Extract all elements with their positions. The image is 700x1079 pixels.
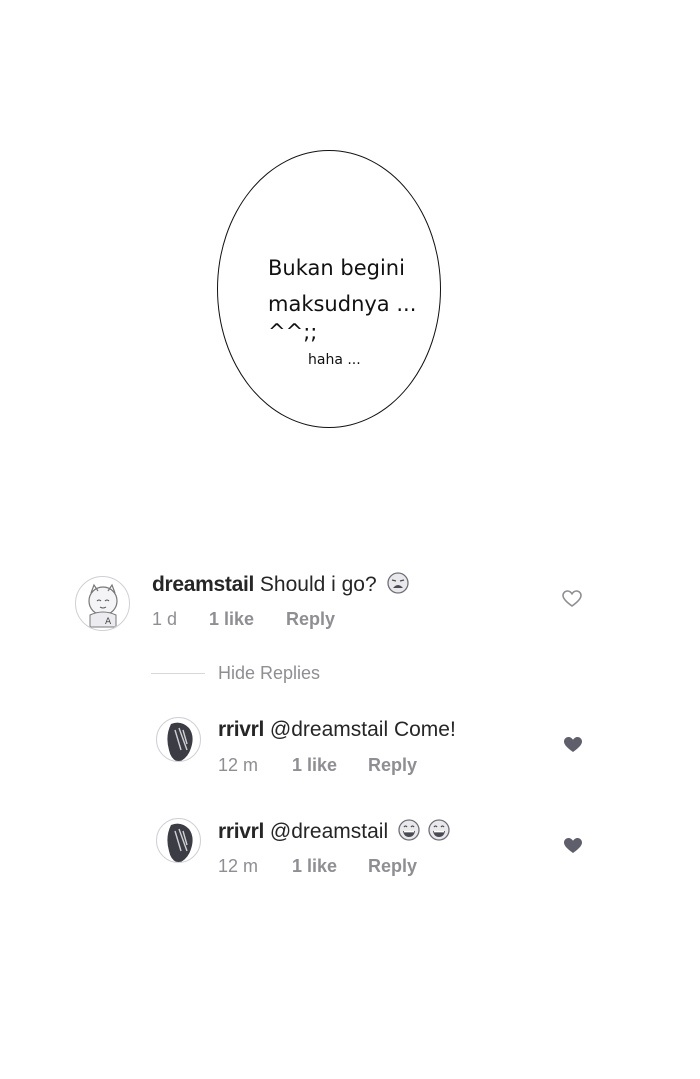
avatar[interactable] <box>156 818 201 863</box>
comment-username[interactable]: dreamstail <box>152 573 254 596</box>
reply-likes[interactable]: 1 like <box>292 856 337 877</box>
reply-text: rrivrl @dreamstail Come! <box>218 718 456 742</box>
reply-meta: 12 m 1 like Reply <box>218 755 518 777</box>
avatar[interactable] <box>156 717 201 762</box>
comment-time: 1 d <box>152 609 178 629</box>
hide-replies-button[interactable]: Hide Replies <box>218 663 320 684</box>
weary-face-emoji-icon <box>386 572 409 600</box>
reply-button[interactable]: Reply <box>286 609 335 630</box>
grinning-face-emoji-icon <box>428 819 450 847</box>
heart-outline-icon <box>562 590 582 607</box>
comment-meta: 1 d 1 like Reply <box>152 609 452 631</box>
like-button[interactable] <box>563 736 583 759</box>
bubble-text-line-2: maksudnya ... <box>268 292 417 316</box>
reply-likes[interactable]: 1 like <box>292 755 337 776</box>
comment-text: dreamstail Should i go? <box>152 572 409 600</box>
avatar-cat-image: A <box>88 583 118 628</box>
bubble-text-line-3: ^^;; <box>268 320 318 344</box>
avatar-hair-image <box>167 722 193 761</box>
heart-filled-icon <box>564 737 582 752</box>
reply-meta: 12 m 1 like Reply <box>218 856 518 878</box>
comment-message: Should i go? <box>259 573 377 596</box>
svg-text:A: A <box>105 617 112 627</box>
grinning-face-emoji-icon <box>398 819 420 847</box>
reply-time: 12 m <box>218 755 259 775</box>
bubble-small-text: haha ... <box>308 352 361 368</box>
reply-username[interactable]: rrivrl <box>218 718 264 741</box>
avatar-hair-image <box>167 823 193 862</box>
like-button[interactable] <box>563 837 583 860</box>
reply-button[interactable]: Reply <box>368 755 417 776</box>
reply-text: rrivrl @dreamstail <box>218 819 450 847</box>
reply-message: @dreamstail <box>269 820 389 843</box>
avatar[interactable]: A <box>75 576 130 631</box>
like-button[interactable] <box>562 590 582 613</box>
comment-likes[interactable]: 1 like <box>209 609 254 630</box>
reply-username[interactable]: rrivrl <box>218 820 264 843</box>
hide-replies-divider <box>151 673 205 674</box>
reply-time: 12 m <box>218 856 259 876</box>
reply-message: @dreamstail Come! <box>269 718 456 741</box>
speech-bubble <box>217 150 441 428</box>
heart-filled-icon <box>564 838 582 853</box>
bubble-text-line-1: Bukan begini <box>268 256 405 280</box>
reply-button[interactable]: Reply <box>368 856 417 877</box>
